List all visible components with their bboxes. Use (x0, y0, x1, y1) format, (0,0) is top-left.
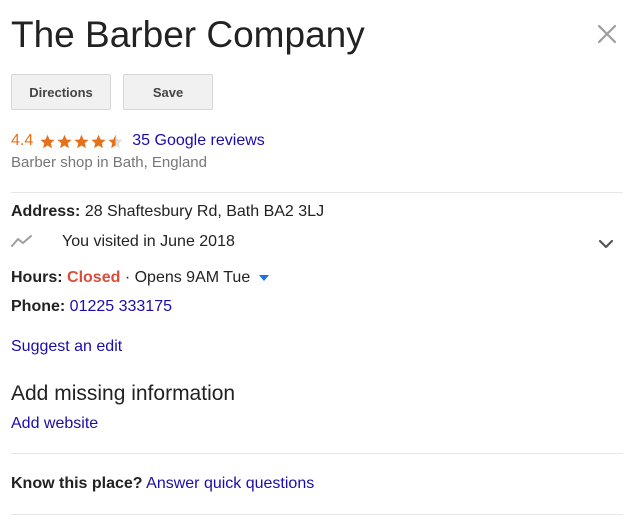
save-button[interactable]: Save (123, 74, 213, 110)
star-rating (39, 133, 124, 150)
place-knowledge-panel: The Barber Company Directions Save 4.4 3… (0, 0, 638, 530)
close-icon (597, 24, 617, 44)
visit-history-text: You visited in June 2018 (62, 233, 235, 250)
phone-label: Phone: (11, 298, 66, 315)
hours-opens[interactable]: Opens 9AM Tue (135, 269, 251, 286)
address-value: 28 Shaftesbury Rd, Bath BA2 3LJ (84, 203, 325, 220)
hours-row: Hours: Closed · Opens 9AM Tue (11, 268, 269, 288)
address-label: Address: (11, 203, 81, 220)
caret-down-icon[interactable] (258, 274, 269, 281)
rating-value: 4.4 (11, 132, 34, 149)
missing-info-heading: Add missing information (11, 382, 236, 405)
place-title: The Barber Company (11, 14, 365, 55)
phone-row: Phone: 01225 333175 (11, 297, 172, 317)
address-row: Address: 28 Shaftesbury Rd, Bath BA2 3LJ (11, 202, 324, 222)
directions-button[interactable]: Directions (11, 74, 111, 110)
divider (11, 514, 623, 515)
visit-row: You visited in June 2018 (11, 231, 623, 253)
know-place-label: Know this place? (11, 475, 143, 492)
hours-separator: · (124, 269, 131, 286)
know-place-row: Know this place? Answer quick questions (11, 474, 314, 494)
answer-questions-link[interactable]: Answer quick questions (146, 475, 314, 492)
rating-row: 4.4 35 Google reviews (11, 131, 265, 151)
star-icon (74, 134, 89, 148)
reviews-link[interactable]: 35 Google reviews (132, 132, 265, 150)
suggest-edit-link[interactable]: Suggest an edit (11, 337, 122, 357)
divider (11, 192, 623, 193)
chevron-down-icon[interactable] (598, 238, 614, 250)
hours-label: Hours: (11, 269, 63, 286)
close-button[interactable] (595, 22, 619, 46)
divider (11, 453, 623, 454)
star-icon (57, 134, 72, 148)
star-icon (40, 134, 55, 148)
half-star-icon (108, 134, 123, 148)
visit-trend-icon (11, 235, 32, 247)
add-website-link[interactable]: Add website (11, 414, 98, 434)
phone-link[interactable]: 01225 333175 (70, 298, 172, 315)
star-icon (91, 134, 106, 148)
hours-status: Closed (67, 269, 121, 286)
place-category: Barber shop in Bath, England (11, 154, 207, 171)
